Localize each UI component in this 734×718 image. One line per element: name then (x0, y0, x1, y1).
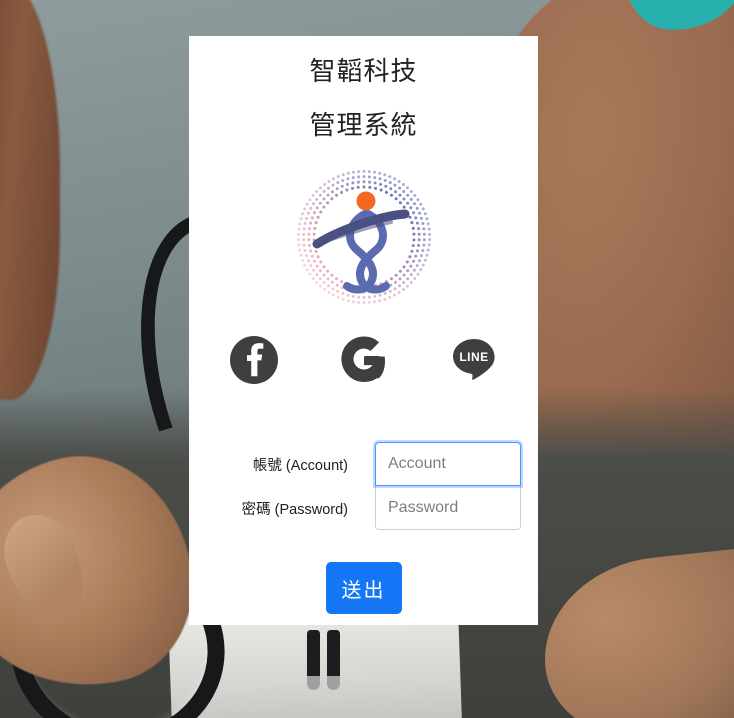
logo-halo-dot (356, 295, 360, 299)
logo-halo-dot (300, 212, 304, 216)
logo-halo-dot (426, 222, 430, 226)
logo-halo-dot (362, 169, 365, 173)
logo-figure-icon (312, 191, 409, 294)
logo-halo-dot (423, 212, 427, 216)
google-login-icon[interactable] (338, 334, 390, 386)
logo-container (189, 169, 538, 305)
logo-halo-dot (351, 300, 355, 304)
company-logo (296, 169, 431, 305)
logo-halo-dot (298, 253, 302, 257)
logo-halo-dot (341, 297, 345, 301)
logo-halo-dot (422, 238, 426, 242)
line-login-icon[interactable]: LINE (448, 334, 500, 386)
logo-halo-dot (296, 232, 300, 236)
inputs-stack (375, 442, 521, 530)
logo-halo-dot (296, 227, 300, 231)
page-title-line2: 管理系統 (309, 110, 418, 140)
logo-halo-dot (362, 301, 365, 305)
logo-halo-dot (382, 297, 386, 301)
facebook-login-icon[interactable] (228, 334, 280, 386)
social-login-row: LINE (189, 334, 538, 386)
password-label: 密碼 (Password) (241, 502, 348, 518)
logo-halo-dot (362, 295, 365, 299)
logo-halo-dot (297, 248, 301, 252)
logo-halo-dot (367, 170, 371, 174)
page-title-line1: 智韜科技 (309, 56, 418, 86)
logo-halo-dot (372, 170, 376, 174)
password-input[interactable] (375, 486, 521, 530)
logo-halo-dot (367, 295, 371, 299)
logo-halo-dot (356, 300, 360, 304)
logo-halo-dot (426, 248, 430, 252)
logo-halo-dot (297, 222, 301, 226)
logo-halo-dot (423, 258, 427, 262)
logo-halo-dot (377, 171, 381, 175)
logo-halo-dot (427, 238, 431, 242)
logo-halo-dot (427, 232, 431, 236)
logo-halo-dot (422, 232, 426, 236)
logo-halo-dot (367, 300, 371, 304)
background-stethoscope-tip (327, 676, 340, 690)
logo-halo-dot (372, 300, 376, 304)
logo-halo-dot (356, 170, 360, 174)
logo-halo-dot (296, 238, 300, 242)
submit-button[interactable]: 送出 (325, 562, 402, 614)
logo-halo-dot (382, 173, 386, 177)
svg-text:LINE: LINE (459, 350, 488, 364)
logo-halo-dot (346, 299, 350, 303)
logo-halo-dot (300, 258, 304, 262)
logo-halo-dot (298, 217, 302, 221)
account-label: 帳號 (Account) (252, 458, 348, 474)
logo-halo-dot (427, 227, 431, 231)
login-form: 帳號 (Account) 密碼 (Password) (189, 416, 538, 536)
logo-halo-dot (425, 217, 429, 221)
login-card: 智韜科技 管理系統 LINE 帳號 (Account) 密碼 (Password… (189, 36, 538, 625)
logo-halo-dot (336, 295, 340, 299)
logo-halo-dot (387, 295, 391, 299)
logo-halo-dot (377, 299, 381, 303)
background-stethoscope-tip (307, 676, 320, 690)
account-input[interactable] (375, 442, 521, 486)
logo-halo-dot (296, 243, 300, 247)
submit-row: 送出 (189, 562, 538, 614)
logo-halo-dot (346, 171, 350, 175)
logo-halo-dot (351, 170, 355, 174)
logo-halo-dot (341, 173, 345, 177)
logo-halo-dot (427, 243, 431, 247)
logo-halo-dot (425, 253, 429, 257)
